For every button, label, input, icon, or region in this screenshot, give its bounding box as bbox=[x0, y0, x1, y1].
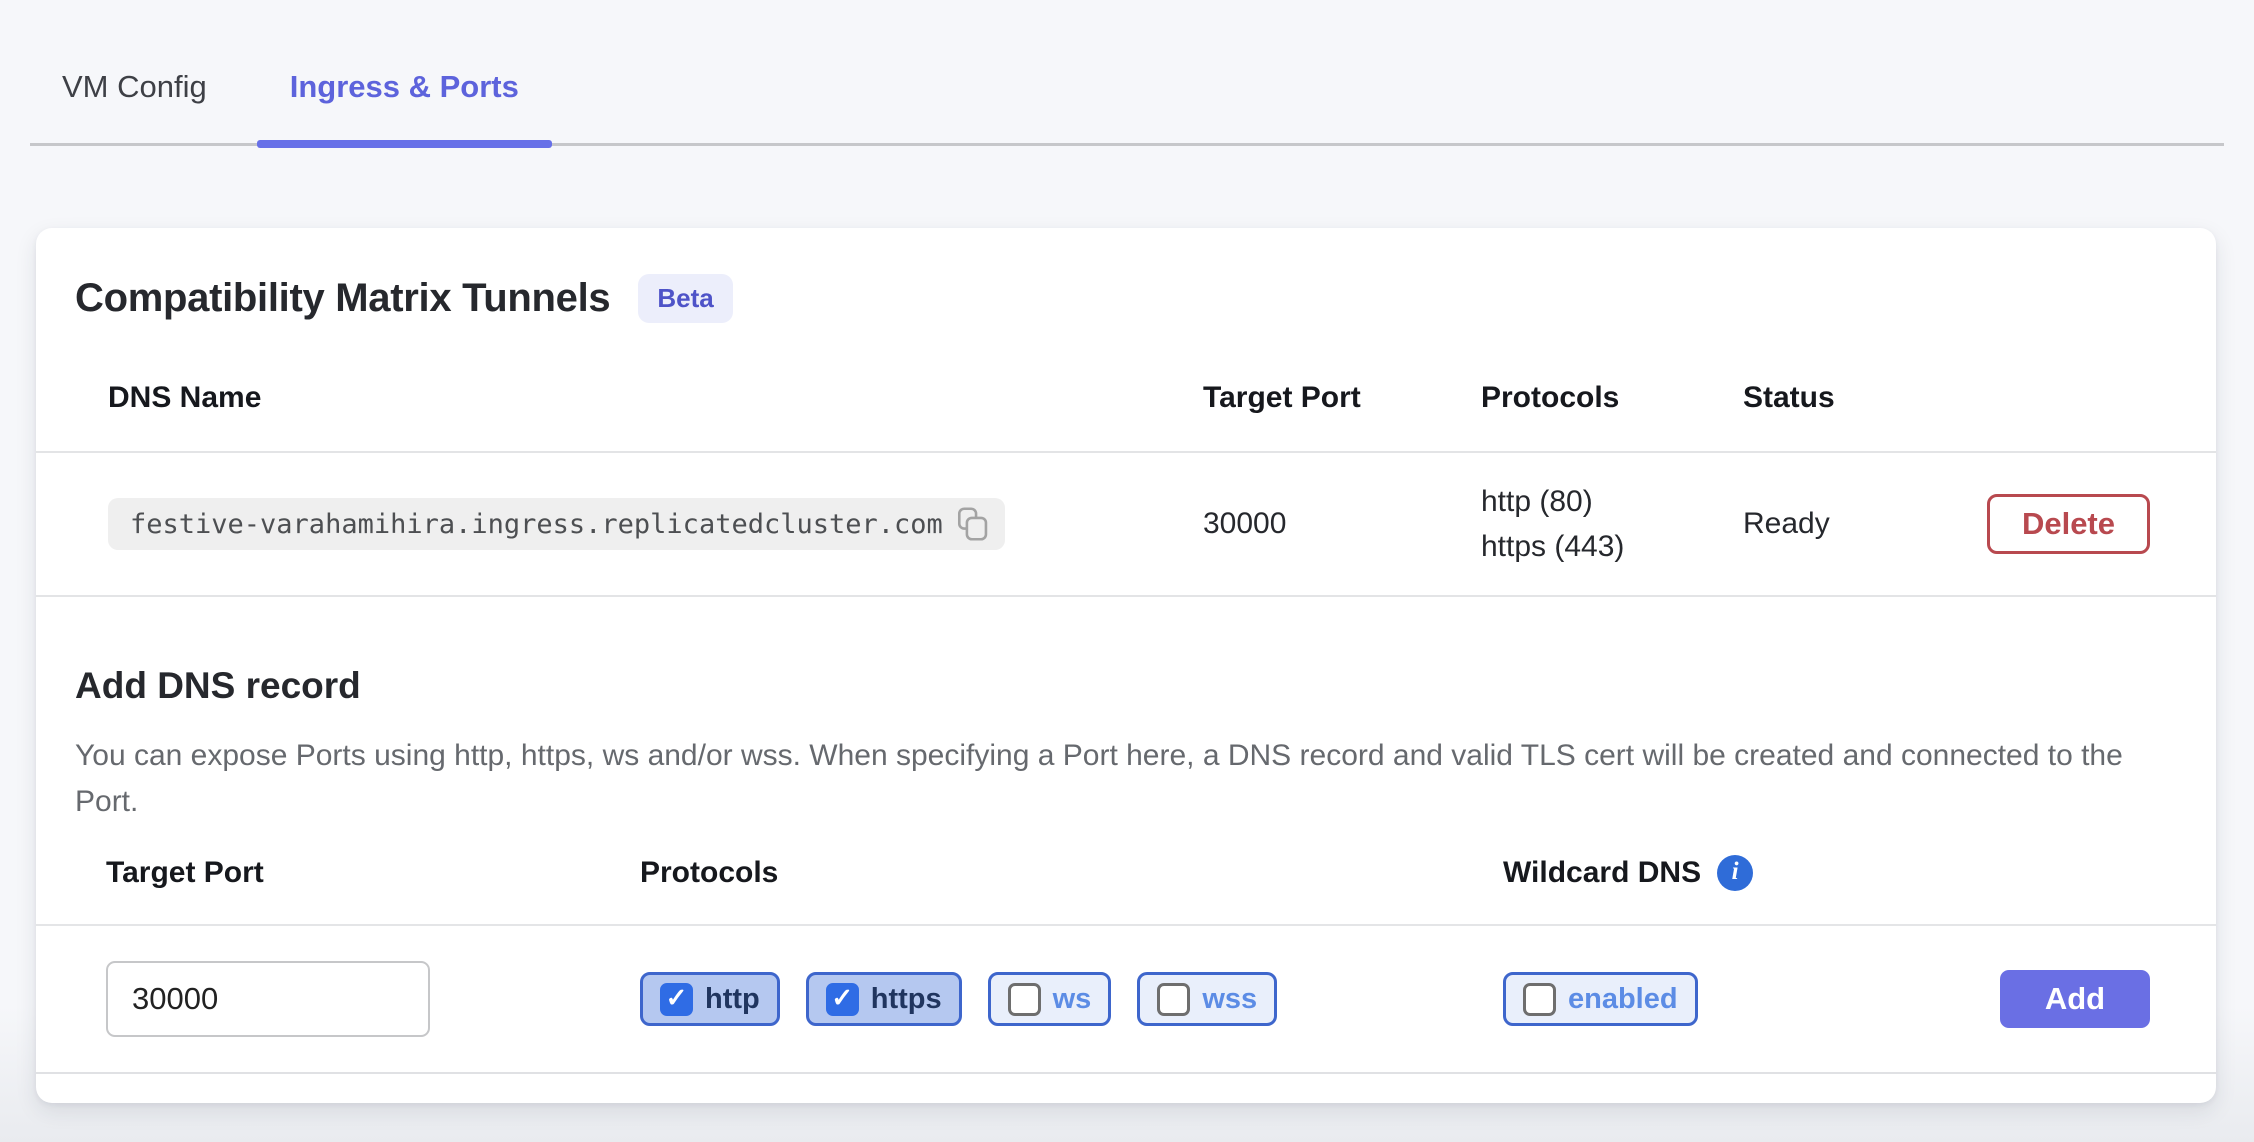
target-port-cell: 30000 bbox=[1171, 507, 1449, 541]
wildcard-enabled-checkbox[interactable]: enabled bbox=[1503, 972, 1698, 1026]
wildcard-dns-text: Wildcard DNS bbox=[1503, 856, 1701, 890]
col-header-target-port: Target Port bbox=[1171, 381, 1449, 415]
label-target-port: Target Port bbox=[36, 856, 570, 890]
protocol-checkbox-https[interactable]: https bbox=[806, 972, 962, 1026]
form-control-row: http https ws wss enabled bbox=[36, 926, 2216, 1074]
page: VM Config Ingress & Ports Compatibility … bbox=[0, 0, 2254, 1142]
protocol-label: wss bbox=[1202, 983, 1257, 1016]
checkbox-icon bbox=[1008, 983, 1041, 1016]
checkbox-icon bbox=[826, 983, 859, 1016]
protocol-label: https bbox=[871, 983, 942, 1016]
protocol-checkbox-ws[interactable]: ws bbox=[988, 972, 1112, 1026]
tab-ingress-ports[interactable]: Ingress & Ports bbox=[257, 69, 552, 143]
add-button[interactable]: Add bbox=[2000, 970, 2150, 1028]
checkbox-icon bbox=[660, 983, 693, 1016]
table-row: festive-varahamihira.ingress.replicatedc… bbox=[36, 453, 2216, 597]
card-title: Compatibility Matrix Tunnels bbox=[75, 276, 610, 321]
tunnels-table: DNS Name Target Port Protocols Status fe… bbox=[36, 353, 2216, 597]
copy-dns-button[interactable] bbox=[957, 506, 989, 542]
protocols-cell: http (80) https (443) bbox=[1449, 485, 1711, 564]
target-port-input[interactable] bbox=[106, 961, 430, 1037]
add-dns-heading: Add DNS record bbox=[75, 665, 2176, 707]
tab-vm-config[interactable]: VM Config bbox=[62, 69, 207, 143]
protocol-checkbox-http[interactable]: http bbox=[640, 972, 780, 1026]
form-label-row: Target Port Protocols Wildcard DNS i bbox=[36, 855, 2216, 926]
wildcard-enabled-label: enabled bbox=[1568, 983, 1678, 1016]
protocol-line: http (80) bbox=[1481, 485, 1711, 519]
status-value: Ready bbox=[1743, 507, 1830, 541]
protocol-line: https (443) bbox=[1481, 530, 1711, 564]
copy-icon bbox=[957, 506, 989, 542]
col-header-status: Status bbox=[1711, 381, 2216, 415]
col-header-dns-name: DNS Name bbox=[36, 381, 1171, 415]
label-protocols: Protocols bbox=[570, 856, 1433, 890]
beta-badge: Beta bbox=[638, 274, 732, 323]
dns-name-value: festive-varahamihira.ingress.replicatedc… bbox=[130, 509, 943, 540]
add-dns-description: You can expose Ports using http, https, … bbox=[75, 733, 2135, 825]
tab-bar: VM Config Ingress & Ports bbox=[30, 0, 2224, 146]
protocol-label: http bbox=[705, 983, 760, 1016]
protocol-label: ws bbox=[1053, 983, 1092, 1016]
dns-name-pill: festive-varahamihira.ingress.replicatedc… bbox=[108, 498, 1005, 550]
info-icon[interactable]: i bbox=[1717, 855, 1753, 891]
tunnels-card: Compatibility Matrix Tunnels Beta DNS Na… bbox=[36, 228, 2216, 1103]
delete-button[interactable]: Delete bbox=[1987, 494, 2150, 554]
col-header-protocols: Protocols bbox=[1449, 381, 1711, 415]
dns-name-cell: festive-varahamihira.ingress.replicatedc… bbox=[36, 498, 1171, 550]
checkbox-icon bbox=[1523, 983, 1556, 1016]
protocol-options: http https ws wss bbox=[570, 972, 1433, 1026]
protocol-checkbox-wss[interactable]: wss bbox=[1137, 972, 1277, 1026]
card-header: Compatibility Matrix Tunnels Beta bbox=[36, 228, 2216, 323]
label-wildcard-dns: Wildcard DNS i bbox=[1433, 855, 2216, 891]
status-cell: Ready Delete bbox=[1711, 494, 2216, 554]
table-header-row: DNS Name Target Port Protocols Status bbox=[36, 353, 2216, 453]
checkbox-icon bbox=[1157, 983, 1190, 1016]
